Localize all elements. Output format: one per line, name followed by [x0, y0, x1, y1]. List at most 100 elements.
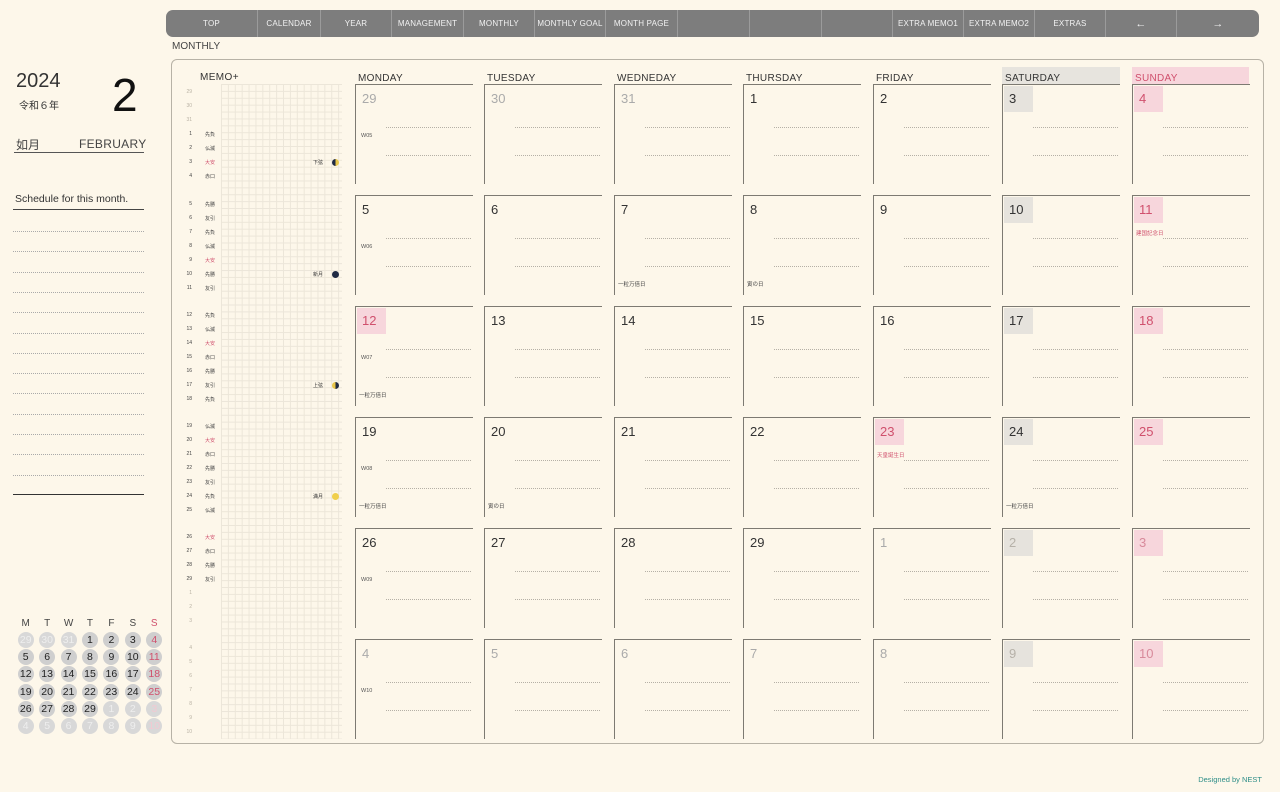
nav-tab-monthly[interactable]: MONTHLY: [464, 10, 535, 37]
day-cell[interactable]: 10: [1132, 639, 1250, 739]
nav-tab-blank-8[interactable]: [750, 10, 822, 37]
note-line[interactable]: [515, 571, 600, 572]
day-cell[interactable]: 8: [873, 639, 991, 739]
note-line[interactable]: [386, 238, 471, 239]
note-line[interactable]: [515, 349, 600, 350]
day-cell[interactable]: 1: [743, 84, 861, 184]
mini-calendar-day[interactable]: 9: [101, 648, 122, 665]
mini-calendar-day[interactable]: 30: [36, 631, 57, 648]
day-cell[interactable]: 1: [873, 528, 991, 628]
mini-calendar-day[interactable]: 12: [15, 666, 36, 683]
nav-tab-blank-7[interactable]: [678, 10, 750, 37]
nav-tab-year[interactable]: YEAR: [321, 10, 392, 37]
note-line[interactable]: [1163, 599, 1248, 600]
mini-calendar-day[interactable]: 6: [36, 648, 57, 665]
note-line[interactable]: [904, 127, 989, 128]
nav-tab-extra-memo1[interactable]: EXTRA MEMO1: [893, 10, 964, 37]
mini-calendar-day[interactable]: 10: [144, 717, 165, 735]
nav-tab-blank-9[interactable]: [822, 10, 893, 37]
note-line[interactable]: [645, 682, 730, 683]
mini-calendar-day[interactable]: 29: [79, 700, 100, 717]
day-cell[interactable]: 9: [1002, 639, 1120, 739]
day-cell[interactable]: 13: [484, 306, 602, 406]
day-cell[interactable]: 4 W10: [355, 639, 473, 739]
mini-calendar-day[interactable]: 14: [58, 666, 79, 683]
note-line[interactable]: [1163, 155, 1248, 156]
note-line[interactable]: [515, 238, 600, 239]
note-line[interactable]: [1033, 349, 1118, 350]
note-line[interactable]: [904, 488, 989, 489]
mini-calendar-day[interactable]: 13: [36, 666, 57, 683]
schedule-line[interactable]: [13, 352, 144, 354]
schedule-line[interactable]: [13, 332, 144, 334]
note-line[interactable]: [386, 349, 471, 350]
mini-calendar-day[interactable]: 29: [15, 631, 36, 648]
nav-tab-month-page[interactable]: MONTH PAGE: [606, 10, 678, 37]
schedule-line[interactable]: [13, 291, 144, 293]
schedule-line[interactable]: [13, 251, 144, 253]
note-line[interactable]: [645, 127, 730, 128]
day-cell[interactable]: 4: [1132, 84, 1250, 184]
day-cell[interactable]: 12 W07 一粒万倍日: [355, 306, 473, 406]
note-line[interactable]: [904, 682, 989, 683]
note-line[interactable]: [1163, 377, 1248, 378]
day-cell[interactable]: 15: [743, 306, 861, 406]
day-cell[interactable]: 31: [614, 84, 732, 184]
note-line[interactable]: [904, 155, 989, 156]
note-line[interactable]: [904, 266, 989, 267]
note-line[interactable]: [386, 571, 471, 572]
note-line[interactable]: [515, 599, 600, 600]
note-line[interactable]: [1033, 127, 1118, 128]
note-line[interactable]: [904, 599, 989, 600]
note-line[interactable]: [1163, 488, 1248, 489]
note-line[interactable]: [774, 460, 859, 461]
schedule-line[interactable]: [13, 231, 144, 232]
mini-calendar-day[interactable]: 3: [144, 700, 165, 717]
mini-calendar-day[interactable]: 21: [58, 683, 79, 700]
note-line[interactable]: [904, 377, 989, 378]
note-line[interactable]: [645, 266, 730, 267]
day-cell[interactable]: 29 W05: [355, 84, 473, 184]
mini-calendar-day[interactable]: 24: [122, 683, 143, 700]
day-cell[interactable]: 7: [743, 639, 861, 739]
day-cell[interactable]: 11 建国記念日: [1132, 195, 1250, 295]
mini-calendar-day[interactable]: 3: [122, 631, 143, 648]
mini-calendar-day[interactable]: 11: [144, 648, 165, 665]
mini-calendar-day[interactable]: 18: [144, 666, 165, 683]
note-line[interactable]: [774, 710, 859, 711]
note-line[interactable]: [1033, 571, 1118, 572]
schedule-line[interactable]: [13, 373, 144, 375]
day-cell[interactable]: 14: [614, 306, 732, 406]
mini-calendar-day[interactable]: 15: [79, 666, 100, 683]
day-cell[interactable]: 26 W09: [355, 528, 473, 628]
nav-tab-management[interactable]: MANAGEMENT: [392, 10, 464, 37]
nav-tab-monthly-goal[interactable]: MONTHLY GOAL: [535, 10, 606, 37]
nav-tab-extra-memo2[interactable]: EXTRA MEMO2: [964, 10, 1035, 37]
mini-calendar-day[interactable]: 5: [15, 648, 36, 665]
note-line[interactable]: [1033, 488, 1118, 489]
note-line[interactable]: [1163, 349, 1248, 350]
note-line[interactable]: [774, 155, 859, 156]
note-line[interactable]: [1033, 266, 1118, 267]
note-line[interactable]: [1033, 238, 1118, 239]
note-line[interactable]: [515, 155, 600, 156]
note-line[interactable]: [386, 155, 471, 156]
day-cell[interactable]: 3: [1002, 84, 1120, 184]
note-line[interactable]: [515, 377, 600, 378]
note-line[interactable]: [645, 377, 730, 378]
nav-next-button[interactable]: →: [1177, 10, 1259, 37]
note-line[interactable]: [904, 238, 989, 239]
note-line[interactable]: [386, 127, 471, 128]
note-line[interactable]: [386, 266, 471, 267]
schedule-line[interactable]: [13, 312, 144, 314]
mini-calendar-day[interactable]: 22: [79, 683, 100, 700]
day-cell[interactable]: 2: [873, 84, 991, 184]
mini-calendar-day[interactable]: 16: [101, 666, 122, 683]
note-line[interactable]: [1033, 155, 1118, 156]
note-line[interactable]: [645, 349, 730, 350]
mini-calendar-day[interactable]: 8: [101, 717, 122, 735]
note-line[interactable]: [774, 266, 859, 267]
note-line[interactable]: [645, 599, 730, 600]
day-cell[interactable]: 2: [1002, 528, 1120, 628]
note-line[interactable]: [515, 710, 600, 711]
